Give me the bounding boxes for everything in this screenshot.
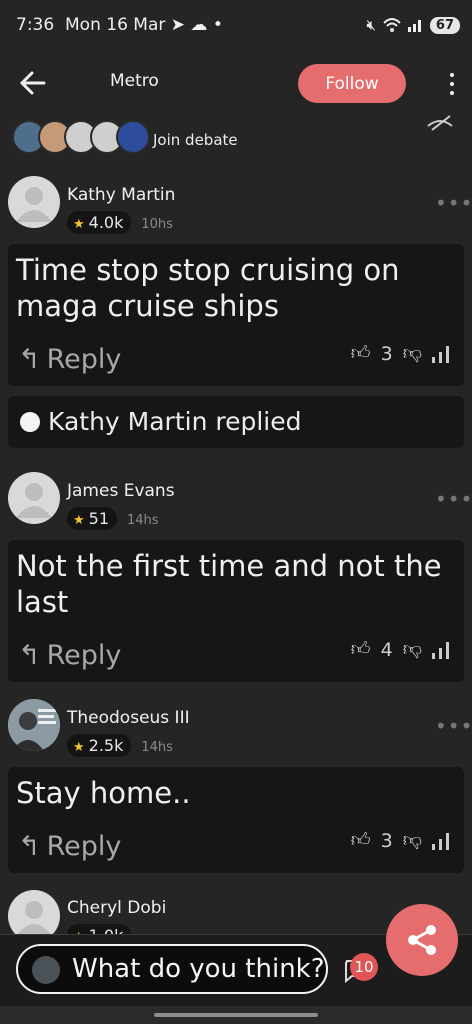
- comment-body: Not the first time and not the last: [16, 549, 442, 619]
- comment-more-icon[interactable]: •••: [435, 487, 472, 511]
- comment-more-icon[interactable]: •••: [435, 191, 472, 215]
- karma-row: ★ 2.5k 14hs: [67, 734, 173, 757]
- thumbs-up-icon[interactable]: 👍︎: [351, 638, 371, 661]
- comment-more-icon[interactable]: •••: [435, 714, 472, 738]
- comment-header: [8, 176, 60, 228]
- more-options-icon[interactable]: [446, 70, 458, 98]
- thumbs-up-icon[interactable]: 👍︎: [351, 829, 371, 852]
- like-count: 3: [380, 829, 393, 852]
- vote-row: 👍︎ 3 👎︎: [351, 342, 450, 365]
- replies-link[interactable]: Kathy Martin replied: [8, 396, 464, 448]
- reply-button[interactable]: ↰ Reply: [18, 831, 121, 862]
- back-arrow-icon[interactable]: [16, 66, 50, 100]
- avatar[interactable]: [8, 472, 60, 524]
- signal-icon: [407, 20, 421, 32]
- wifi-icon: [383, 18, 401, 32]
- comment-input[interactable]: What do you think?: [16, 944, 328, 994]
- cloud-icon: ☁: [190, 15, 208, 35]
- star-icon: ★: [73, 513, 85, 528]
- battery-indicator: 67: [429, 16, 460, 34]
- comment-card: Time stop stop cruising on maga cruise s…: [8, 244, 464, 386]
- comment-card: Not the first time and not the last ↰ Rep…: [8, 540, 464, 682]
- status-icons: 🔇︎ 67: [366, 16, 460, 34]
- avatar[interactable]: [8, 699, 60, 751]
- telegram-icon: ➤: [170, 15, 186, 35]
- thumbs-down-icon[interactable]: 👎︎: [403, 638, 422, 661]
- thumbs-up-icon[interactable]: 👍︎: [351, 342, 371, 365]
- share-icon: [408, 925, 436, 955]
- reply-arrow-icon: ↰: [18, 831, 41, 862]
- comment-header: [8, 472, 60, 524]
- timestamp: 14hs: [127, 513, 159, 528]
- comment-body: Stay home..: [16, 776, 191, 810]
- stats-icon[interactable]: [432, 641, 450, 659]
- like-count: 4: [380, 638, 393, 661]
- karma-badge: ★ 2.5k: [67, 734, 132, 757]
- user-avatar: [32, 956, 60, 984]
- share-button[interactable]: [386, 904, 458, 976]
- like-count: 3: [380, 342, 393, 365]
- comment-body: Time stop stop cruising on maga cruise s…: [16, 253, 400, 323]
- karma-badge: ★ 51: [67, 507, 118, 530]
- join-debate-label: Join debate: [153, 131, 238, 149]
- home-indicator[interactable]: [154, 1013, 318, 1017]
- comment-author[interactable]: Theodoseus III: [67, 708, 190, 728]
- replied-note: Kathy Martin replied: [48, 407, 302, 436]
- reply-arrow-icon: ↰: [18, 640, 41, 671]
- reply-button[interactable]: ↰ Reply: [18, 640, 121, 671]
- stats-icon[interactable]: [432, 832, 450, 850]
- stats-icon[interactable]: [432, 345, 450, 363]
- thumbs-down-icon[interactable]: 👎︎: [403, 829, 422, 852]
- page-title: Metro: [110, 71, 159, 91]
- timestamp: 14hs: [141, 740, 173, 755]
- comment-author[interactable]: James Evans: [67, 481, 175, 501]
- participant-avatar: [116, 120, 150, 154]
- vote-row: 👍︎ 4 👎︎: [351, 638, 450, 661]
- comment-author[interactable]: Kathy Martin: [67, 185, 175, 205]
- replier-avatar: [20, 412, 40, 432]
- timestamp: 10hs: [141, 217, 173, 232]
- avatar[interactable]: [8, 176, 60, 228]
- star-icon: ★: [73, 740, 85, 755]
- join-debate-row[interactable]: Join debate: [12, 115, 460, 158]
- comment-card: Stay home.. ↰ Reply 👍︎ 3 👎︎: [8, 767, 464, 873]
- karma-row: ★ 4.0k 10hs: [67, 211, 173, 234]
- system-nav-bar: [0, 1006, 472, 1024]
- mute-icon: 🔇︎: [366, 16, 376, 34]
- comment-header: [8, 699, 60, 751]
- top-nav: Metro Follow: [0, 52, 472, 116]
- reply-arrow-icon: ↰: [18, 344, 41, 375]
- comment-author[interactable]: Cheryl Dobi: [67, 898, 166, 918]
- comment-input-placeholder: What do you think?: [72, 954, 325, 984]
- thumbs-down-icon[interactable]: 👎︎: [403, 342, 422, 365]
- follow-button[interactable]: Follow: [298, 64, 406, 103]
- status-bar: 7:36 Mon 16 Mar ➤ ☁ • 🔇︎ 67: [0, 0, 472, 52]
- status-time: 7:36 Mon 16 Mar ➤ ☁ •: [16, 15, 223, 35]
- reply-button[interactable]: ↰ Reply: [18, 344, 121, 375]
- karma-row: ★ 51 14hs: [67, 507, 159, 530]
- collapse-icon[interactable]: [426, 114, 454, 132]
- karma-badge: ★ 4.0k: [67, 211, 132, 234]
- star-icon: ★: [73, 217, 85, 232]
- vote-row: 👍︎ 3 👎︎: [351, 829, 450, 852]
- notification-badge: 10: [350, 953, 378, 981]
